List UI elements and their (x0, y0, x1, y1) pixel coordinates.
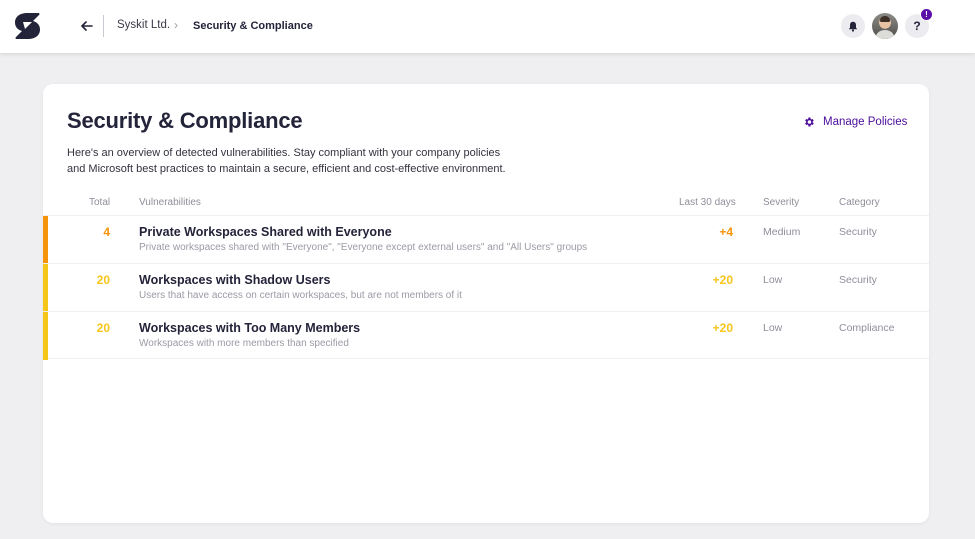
table-row[interactable]: 4 Private Workspaces Shared with Everyon… (43, 215, 929, 264)
row-category: Security (839, 274, 877, 286)
row-total: 20 (96, 273, 110, 287)
syskit-logo[interactable] (14, 12, 41, 40)
breadcrumb-current: Security & Compliance (193, 20, 313, 32)
severity-indicator (43, 264, 48, 312)
column-header-severity: Severity (763, 197, 800, 208)
gear-icon (805, 117, 814, 127)
arrow-left-icon (81, 21, 93, 31)
column-header-total: Total (89, 197, 111, 208)
table-row[interactable]: 20 Workspaces with Too Many Members Work… (43, 311, 929, 360)
notification-badge: ! (920, 8, 933, 21)
page-title: Security & Compliance (67, 108, 303, 133)
header-divider (103, 15, 104, 37)
column-header-vulnerabilities: Vulnerabilities (139, 197, 201, 208)
row-title: Workspaces with Too Many Members (139, 321, 361, 335)
column-header-last-30-days: Last 30 days (679, 197, 736, 208)
question-icon: ? (913, 19, 921, 33)
manage-policies-label: Manage Policies (823, 116, 908, 128)
row-total: 20 (96, 321, 110, 335)
notifications-button[interactable] (841, 14, 865, 38)
page-description: Here's an overview of detected vulnerabi… (67, 147, 506, 175)
row-severity: Medium (763, 226, 801, 238)
row-description: Workspaces with more members than specif… (139, 338, 349, 349)
severity-indicator (43, 312, 48, 360)
breadcrumb-org[interactable]: Syskit Ltd. (117, 19, 170, 31)
row-category: Security (839, 226, 877, 238)
top-bar: Syskit Ltd. › Security & Compliance ? ! (0, 0, 975, 53)
bell-icon (848, 21, 858, 32)
column-header-category: Category (839, 197, 880, 208)
row-last-30-days: +20 (712, 273, 733, 287)
main-card: Security & Compliance Manage Policies He… (43, 84, 929, 523)
severity-indicator (43, 216, 48, 264)
row-title: Private Workspaces Shared with Everyone (139, 225, 392, 239)
row-description: Private workspaces shared with "Everyone… (139, 242, 588, 253)
row-title: Workspaces with Shadow Users (139, 273, 331, 287)
table-row[interactable]: 20 Workspaces with Shadow Users Users th… (43, 263, 929, 312)
row-description: Users that have access on certain worksp… (139, 290, 462, 301)
row-last-30-days: +4 (719, 225, 733, 239)
row-last-30-days: +20 (712, 321, 733, 335)
user-avatar[interactable] (872, 13, 898, 39)
row-severity: Low (763, 322, 783, 334)
back-button[interactable] (78, 17, 96, 35)
manage-policies-button[interactable]: Manage Policies (803, 116, 907, 128)
row-total: 4 (103, 225, 110, 239)
breadcrumb-separator: › (174, 18, 178, 32)
row-severity: Low (763, 274, 783, 286)
row-category: Compliance (839, 322, 895, 334)
